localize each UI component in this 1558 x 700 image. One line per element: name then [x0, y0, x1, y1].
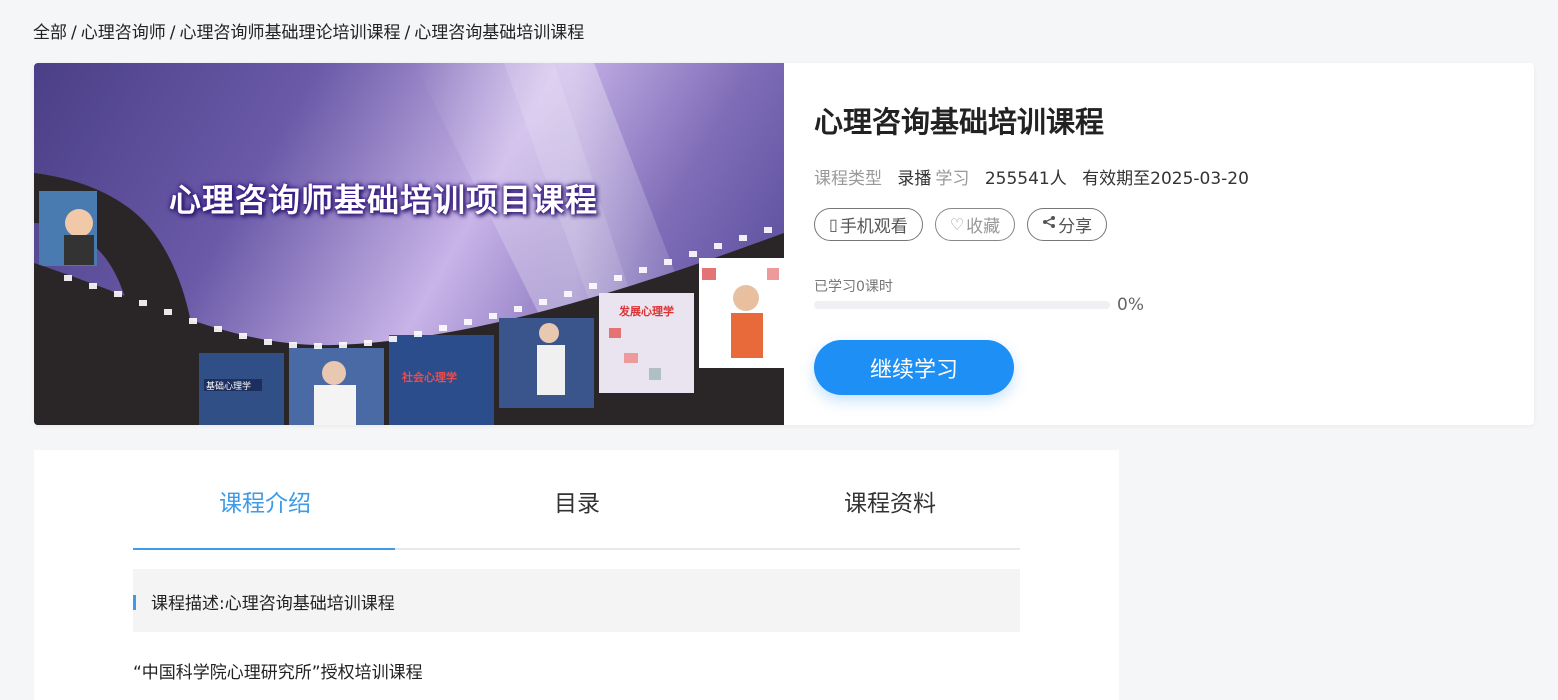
breadcrumb-separator: /: [404, 23, 411, 43]
course-meta: 课程类型 录播 学习 255541人 有效期至2025-03-20: [814, 164, 1259, 189]
description-marker: [133, 595, 136, 610]
mobile-watch-label: 手机观看: [839, 217, 908, 236]
phone-icon: ▯: [829, 216, 838, 234]
breadcrumb-all[interactable]: 全部: [33, 23, 67, 43]
breadcrumb-current-course[interactable]: 心理咨询基础培训课程: [414, 23, 584, 43]
tab-course-materials[interactable]: 课程资料: [844, 484, 936, 518]
course-cover-image: 基础心理学 社会心理学 发展心理学 心理咨询师基础培训项目课程: [34, 63, 784, 425]
heart-icon: ♡: [949, 216, 965, 234]
progress-percent: 0%: [1117, 295, 1144, 315]
active-tab-indicator: [133, 548, 395, 550]
course-actions: ▯ 手机观看 ♡ 收藏 分享: [814, 208, 1108, 241]
tab-catalog[interactable]: 目录: [554, 484, 600, 518]
share-icon: [1042, 215, 1056, 234]
film-label-social: 社会心理学: [401, 370, 457, 384]
film-label-development: 发展心理学: [618, 304, 674, 318]
course-title: 心理咨询基础培训课程: [814, 105, 1105, 139]
course-tabs: 课程介绍 目录 课程资料: [133, 450, 1020, 550]
breadcrumb-separator: /: [169, 23, 176, 43]
tab-course-intro[interactable]: 课程介绍: [219, 484, 311, 518]
breadcrumb-separator: /: [71, 23, 77, 43]
course-description: 课程描述:心理咨询基础培训课程: [151, 594, 395, 614]
continue-learning-button[interactable]: 继续学习: [814, 340, 1014, 395]
breadcrumb-theory-course[interactable]: 心理咨询师基础理论培训课程: [179, 23, 400, 43]
progress-label: 已学习0课时: [814, 279, 893, 295]
course-content-card: 课程介绍 目录 课程资料 课程描述:心理咨询基础培训课程 “中国科学院心理研究所…: [34, 450, 1119, 700]
breadcrumb: 全部 / 心理咨询师 / 心理咨询师基础理论培训课程 / 心理咨询基础培训课程: [33, 18, 584, 43]
expiry-date: 有效期至2025-03-20: [1082, 169, 1249, 189]
course-description-bar: 课程描述:心理咨询基础培训课程: [133, 569, 1020, 632]
course-type-label: 课程类型: [814, 169, 882, 189]
breadcrumb-psychological-counselor[interactable]: 心理咨询师: [81, 23, 166, 43]
share-button[interactable]: 分享: [1027, 208, 1108, 241]
course-card: 基础心理学 社会心理学 发展心理学 心理咨询师基础培训项目课程 心理咨询基础培训…: [34, 63, 1534, 425]
course-mode: 录播: [897, 169, 932, 189]
course-info-panel: 心理咨询基础培训课程 课程类型 录播 学习 255541人 有效期至2025-03…: [814, 63, 1534, 425]
authorization-text: “中国科学院心理研究所”授权培训课程: [133, 663, 423, 683]
collect-label: 收藏: [966, 217, 1001, 236]
film-label-basic: 基础心理学: [206, 380, 251, 392]
film-strip-graphic: 基础心理学 社会心理学 发展心理学: [34, 63, 784, 425]
collect-button[interactable]: ♡ 收藏: [934, 208, 1016, 241]
learner-count: 255541人: [984, 169, 1067, 189]
progress-bar: [814, 301, 1110, 309]
course-mode-sub: 学习: [935, 169, 970, 189]
share-label: 分享: [1058, 217, 1093, 236]
cover-title: 心理咨询师基础培训项目课程: [169, 181, 599, 219]
mobile-watch-button[interactable]: ▯ 手机观看: [814, 208, 923, 241]
